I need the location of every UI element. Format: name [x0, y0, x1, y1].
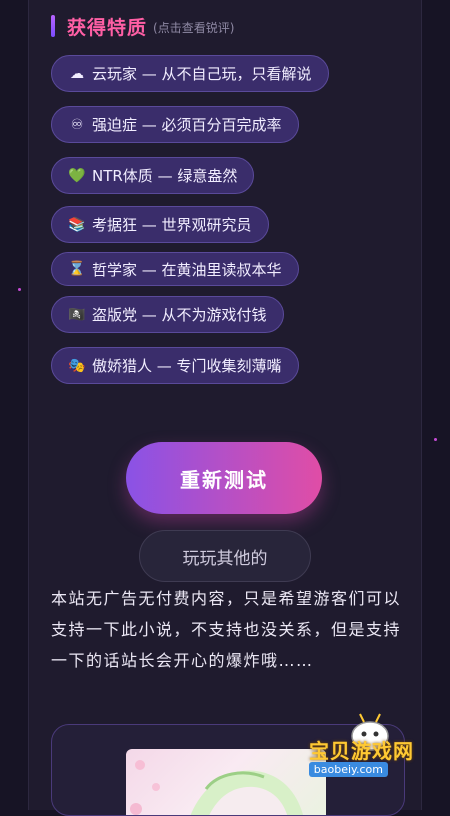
trait-chip-cloud-player[interactable]: ☁ 云玩家 — 从不自己玩，只看解说 [51, 55, 329, 92]
pirate-flag-icon: 🏴‍☠️ [68, 306, 86, 323]
hourglass-icon: ⌛ [68, 261, 86, 277]
support-notice: 本站无广告无付费内容，只是希望游客们可以支持一下此小说，不支持也没关系，但是支持… [51, 589, 402, 670]
green-heart-icon: 💚 [68, 167, 86, 184]
books-icon: 📚 [68, 216, 86, 233]
trait-chip-ntr[interactable]: 💚 NTR体质 — 绿意盎然 [51, 157, 255, 194]
trait-label: 傲娇猎人 — 专门收集刻薄嘴 [92, 357, 282, 375]
decor-dot [434, 438, 437, 441]
section-accent-bar [51, 15, 55, 37]
theater-masks-icon: 🎭 [68, 357, 86, 374]
retry-test-button[interactable]: 重新测试 [126, 442, 322, 514]
trait-chip-ocd[interactable]: ♾ 强迫症 — 必须百分百完成率 [51, 106, 299, 143]
play-others-button[interactable]: 玩玩其他的 [139, 530, 311, 582]
trait-label: NTR体质 — 绿意盎然 [92, 167, 238, 185]
trait-label: 哲学家 — 在黄油里读叔本华 [92, 260, 282, 279]
trait-label: 考据狂 — 世界观研究员 [92, 216, 252, 234]
watermark-site-name: 宝贝游戏网 [309, 739, 414, 763]
trait-chip-tsundere-hunter[interactable]: 🎭 傲娇猎人 — 专门收集刻薄嘴 [51, 347, 299, 384]
section-hint: (点击查看锐评) [153, 20, 235, 35]
trait-chip-philosopher[interactable]: ⌛ 哲学家 — 在黄油里读叔本华 [51, 252, 299, 286]
infinity-icon: ♾ [70, 116, 84, 133]
trait-label: 强迫症 — 必须百分百完成率 [92, 116, 282, 134]
trait-label: 云玩家 — 从不自己玩，只看解说 [92, 65, 312, 83]
anime-illustration [126, 749, 326, 815]
watermark-url: baobeiy.com [308, 762, 388, 777]
trait-chip-lore-researcher[interactable]: 📚 考据狂 — 世界观研究员 [51, 206, 269, 243]
section-title: 获得特质 [67, 16, 148, 39]
cloud-icon: ☁ [70, 65, 84, 82]
trait-chip-pirate[interactable]: 🏴‍☠️ 盗版党 — 从不为游戏付钱 [51, 296, 284, 333]
trait-label: 盗版党 — 从不为游戏付钱 [92, 306, 267, 324]
decor-dot [18, 288, 21, 291]
traits-section-header: 获得特质 (点击查看锐评) [51, 12, 234, 40]
anime-character-art [130, 760, 304, 815]
